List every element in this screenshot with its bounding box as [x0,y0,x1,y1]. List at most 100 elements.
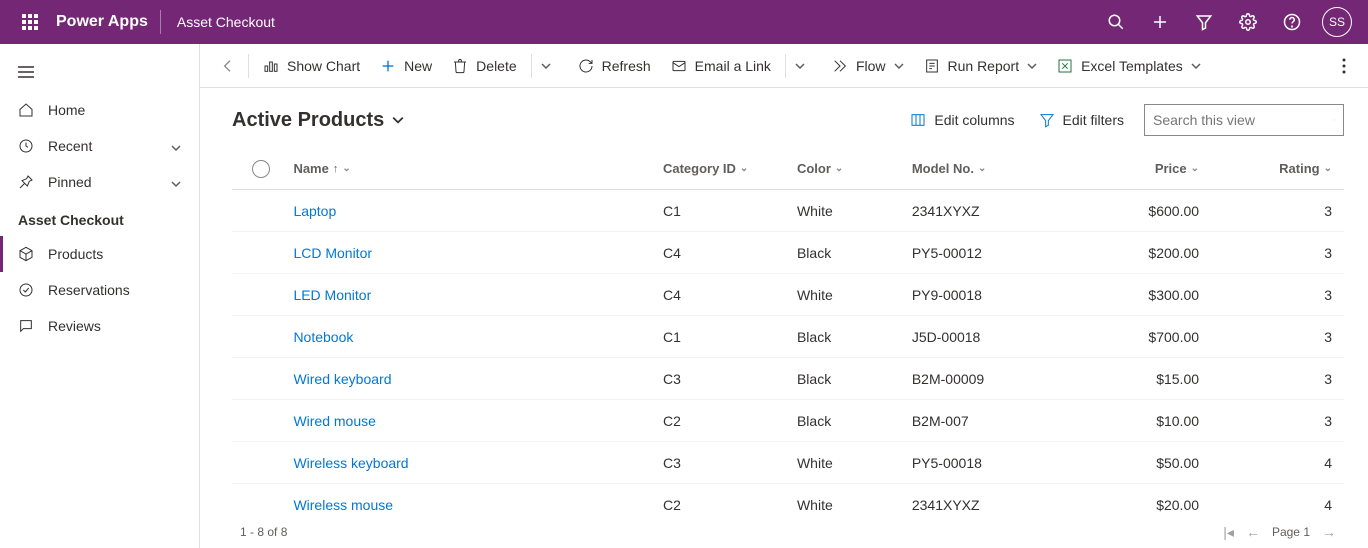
grid-header: Name ↑ ⌄ Category ID ⌄ Color ⌄ Model No.… [232,148,1344,190]
package-icon [18,246,34,262]
chart-icon [263,58,279,74]
cell-color: White [797,287,912,303]
refresh-icon [578,58,594,74]
cmd-label: Email a Link [695,58,771,74]
search-input[interactable] [1153,112,1334,128]
view-selector[interactable]: Active Products [232,109,404,132]
cell-model: PY9-00018 [912,287,1103,303]
cell-color: White [797,497,912,513]
cell-model: 2341XYXZ [912,497,1103,513]
nav-pinned[interactable]: Pinned [0,164,199,200]
command-bar: Show Chart New Delete Refresh Email a Li… [200,44,1368,88]
edit-filters-button[interactable]: Edit filters [1027,104,1136,136]
record-link[interactable]: Laptop [293,203,336,219]
new-button[interactable]: New [370,50,442,82]
settings-icon[interactable] [1226,0,1270,44]
table-row[interactable]: LCD MonitorC4BlackPY5-00012$200.003 [232,232,1344,274]
nav-reservations[interactable]: Reservations [0,272,199,308]
cmd-label: Run Report [948,58,1020,74]
cell-model: PY5-00018 [912,455,1103,471]
select-all-checkbox[interactable] [232,160,289,178]
add-icon[interactable] [1138,0,1182,44]
cell-rating: 4 [1219,497,1344,513]
record-link[interactable]: LED Monitor [293,287,371,303]
table-row[interactable]: Wireless keyboardC3WhitePY5-00018$50.004 [232,442,1344,484]
pager: |◂ ← Page 1 → [1223,524,1336,541]
cell-category: C2 [663,497,797,513]
table-row[interactable]: LaptopC1White2341XYXZ$600.003 [232,190,1344,232]
cmd-label: Show Chart [287,58,360,74]
column-header-price[interactable]: Price ⌄ [1103,161,1219,176]
cmd-label: Refresh [602,58,651,74]
chevron-down-icon [171,138,181,154]
search-icon[interactable] [1094,0,1138,44]
delete-button[interactable]: Delete [442,50,526,82]
column-header-model[interactable]: Model No. ⌄ [912,161,1103,176]
search-box[interactable] [1144,104,1344,136]
column-header-color[interactable]: Color ⌄ [797,161,912,176]
table-row[interactable]: Wired mouseC2BlackB2M-007$10.003 [232,400,1344,442]
nav-section-title: Asset Checkout [0,200,199,236]
home-icon [18,102,34,118]
action-label: Edit columns [934,112,1014,128]
cell-rating: 3 [1219,329,1344,345]
show-chart-button[interactable]: Show Chart [253,50,370,82]
first-page-button[interactable]: |◂ [1223,524,1234,541]
action-label: Edit filters [1063,112,1124,128]
cell-price: $50.00 [1103,455,1219,471]
flow-button[interactable]: Flow [822,50,914,82]
chevron-down-icon: ⌄ [1191,163,1199,174]
column-header-name[interactable]: Name ↑ ⌄ [289,161,663,176]
report-icon [924,58,940,74]
cell-model: 2341XYXZ [912,203,1103,219]
help-icon[interactable] [1270,0,1314,44]
back-button[interactable] [212,50,244,82]
grid-footer: 1 - 8 of 8 |◂ ← Page 1 → [232,516,1344,548]
sidebar-toggle[interactable] [0,52,199,92]
chevron-down-icon: ⌄ [1324,163,1332,174]
record-link[interactable]: Wireless mouse [293,497,393,513]
pin-icon [18,174,34,190]
cell-color: Black [797,371,912,387]
nav-home[interactable]: Home [0,92,199,128]
table-row[interactable]: Wireless mouseC2White2341XYXZ$20.004 [232,484,1344,516]
table-row[interactable]: NotebookC1BlackJ5D-00018$700.003 [232,316,1344,358]
column-header-rating[interactable]: Rating ⌄ [1219,161,1344,176]
overflow-button[interactable] [1332,50,1356,82]
run-report-button[interactable]: Run Report [914,50,1048,82]
refresh-button[interactable]: Refresh [568,50,661,82]
record-link[interactable]: Wireless keyboard [293,455,408,471]
record-link[interactable]: Notebook [293,329,353,345]
filter-icon[interactable] [1182,0,1226,44]
email-split-chevron[interactable] [790,63,810,69]
cell-rating: 4 [1219,455,1344,471]
view-title-text: Active Products [232,109,384,132]
app-launcher-icon[interactable] [8,0,52,44]
record-link[interactable]: Wired mouse [293,413,375,429]
table-row[interactable]: Wired keyboardC3BlackB2M-00009$15.003 [232,358,1344,400]
user-avatar[interactable]: SS [1322,7,1352,37]
page-breadcrumb[interactable]: Asset Checkout [161,14,291,30]
email-link-button[interactable]: Email a Link [661,50,781,82]
edit-columns-button[interactable]: Edit columns [898,104,1026,136]
next-page-button[interactable]: → [1322,524,1336,540]
nav-products[interactable]: Products [0,236,199,272]
cell-color: Black [797,329,912,345]
column-header-category[interactable]: Category ID ⌄ [663,161,797,176]
cell-model: PY5-00012 [912,245,1103,261]
record-link[interactable]: Wired keyboard [293,371,391,387]
delete-split-chevron[interactable] [536,63,556,69]
cell-color: White [797,203,912,219]
nav-recent[interactable]: Recent [0,128,199,164]
cell-category: C3 [663,455,797,471]
cell-price: $10.00 [1103,413,1219,429]
excel-templates-button[interactable]: Excel Templates [1047,50,1211,82]
record-link[interactable]: LCD Monitor [293,245,372,261]
cell-category: C4 [663,245,797,261]
nav-reviews[interactable]: Reviews [0,308,199,344]
nav-label: Pinned [48,174,92,190]
plus-icon [380,58,396,74]
prev-page-button[interactable]: ← [1246,524,1260,540]
table-row[interactable]: LED MonitorC4WhitePY9-00018$300.003 [232,274,1344,316]
cell-rating: 3 [1219,413,1344,429]
